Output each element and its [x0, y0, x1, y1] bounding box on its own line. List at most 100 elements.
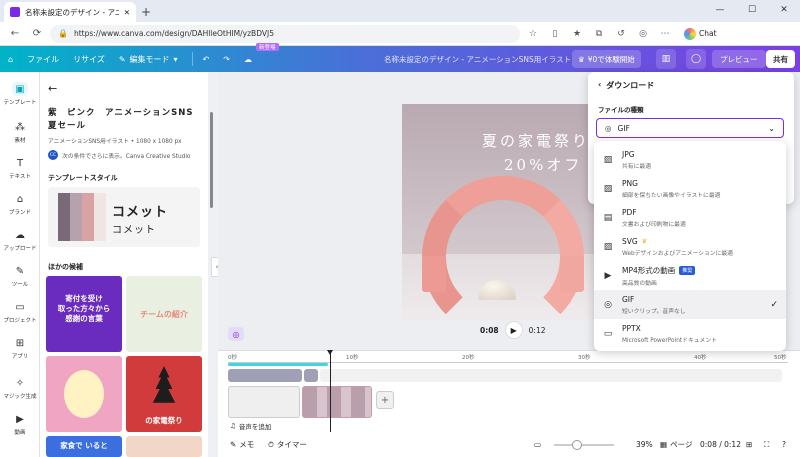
chat-label: Chat: [699, 29, 717, 38]
preview-button[interactable]: プレビュー: [712, 50, 766, 68]
help-icon[interactable]: ?: [782, 440, 786, 449]
animation-track[interactable]: [228, 369, 302, 382]
url-text: https://www.canva.com/design/DAHlleOtHIM…: [73, 29, 274, 38]
rail-label: 素材: [14, 138, 26, 144]
tab-close-icon[interactable]: ✕: [124, 8, 130, 17]
back-arrow-icon[interactable]: ←: [48, 82, 57, 95]
profile-icon[interactable]: ◎: [634, 25, 652, 43]
reload-icon[interactable]: ⟳: [28, 25, 46, 43]
template-style-card[interactable]: コメット コメット: [48, 187, 200, 247]
comment-icon[interactable]: ◯: [686, 49, 706, 69]
close-window-icon[interactable]: ✕: [768, 0, 800, 20]
download-header[interactable]: ‹ ダウンロード: [598, 80, 654, 91]
ruler-tick: 0秒: [228, 355, 237, 361]
pagoda-icon: [152, 366, 176, 403]
file-type-select[interactable]: ◎ GIF ⌄: [596, 118, 784, 138]
browser-tab[interactable]: 名称未設定のデザイン - アニメーション ✕: [4, 2, 136, 22]
playhead[interactable]: [327, 350, 333, 433]
grid-view-icon[interactable]: ⊞: [746, 440, 752, 449]
history-icon[interactable]: ↺: [612, 25, 630, 43]
play-button[interactable]: ▶: [504, 321, 523, 339]
document-title[interactable]: 名称未設定のデザイン - アニメーションSNS用イラスト: [384, 54, 571, 65]
pages-label: ページ: [670, 440, 693, 449]
rail-item-magic[interactable]: ✧ マジック生成: [0, 376, 40, 401]
check-icon: ✓: [770, 299, 778, 310]
animate-icon[interactable]: ◎: [228, 327, 244, 341]
design-artboard[interactable]: 夏の家電祭り 20%オフ: [402, 104, 618, 320]
rail-item-brand[interactable]: ⌂ ブランド: [0, 192, 40, 217]
rail-item-tools[interactable]: ✎ ツール: [0, 264, 40, 289]
option-mp4[interactable]: ▶ MP4形式の動画 推奨 高品質の動画: [594, 261, 786, 290]
text-icon: T: [16, 157, 24, 169]
option-png[interactable]: ▨ PNG 細部を保ちたい画像やイラストに最適: [594, 174, 786, 203]
insights-chart-icon[interactable]: ▥: [656, 49, 676, 69]
video-clip-selected[interactable]: [302, 386, 372, 418]
more-icon[interactable]: ⋯: [656, 25, 674, 43]
option-jpg[interactable]: ▨ JPG 共有に最適: [594, 145, 786, 174]
template-thumbnail[interactable]: 家食で いると: [46, 436, 122, 457]
free-trial-button[interactable]: ♛ ¥0で体験開始: [572, 50, 641, 68]
rail-item-projects[interactable]: ▭ プロジェクト: [0, 300, 40, 325]
rail-item-elements[interactable]: ⁂ 素材: [0, 120, 40, 145]
option-pdf[interactable]: ▤ PDF 文書および印刷物に最適: [594, 203, 786, 232]
rail-item-text[interactable]: T テキスト: [0, 156, 40, 181]
fit-icon[interactable]: ▭: [534, 440, 541, 449]
redo-icon[interactable]: ↷: [223, 55, 230, 64]
add-page-button[interactable]: +: [376, 391, 394, 409]
playback-controls: 0:08 ▶ 0:12: [480, 321, 546, 339]
minimize-icon[interactable]: —: [704, 0, 736, 20]
pages-button[interactable]: ▦ ページ: [660, 439, 692, 450]
back-arrow-icon[interactable]: ←: [6, 25, 24, 43]
option-desc: Webデザインおよびアニメーションに最適: [622, 250, 733, 257]
cloud-save-icon[interactable]: ☁: [244, 55, 252, 64]
trial-label: ¥0で体験開始: [587, 54, 635, 64]
maximize-icon[interactable]: ☐: [736, 0, 768, 20]
zoom-slider-track[interactable]: [554, 444, 614, 446]
rail-item-apps[interactable]: ⊞ アプリ: [0, 336, 40, 361]
animation-track-end[interactable]: [304, 369, 318, 382]
url-field[interactable]: 🔒 https://www.canva.com/design/DAHlleOtH…: [50, 24, 520, 43]
template-thumbnail[interactable]: の家電祭り: [126, 356, 202, 432]
favorites-icon[interactable]: ★: [568, 25, 586, 43]
rail-item-templates[interactable]: ▣ テンプレート: [0, 82, 40, 106]
template-thumbnail[interactable]: 寄付を受け 取った方々から 感謝の言葉: [46, 276, 122, 352]
share-button[interactable]: 共有: [766, 50, 795, 68]
file-menu[interactable]: ファイル: [27, 54, 59, 65]
timeline-ruler[interactable]: 0秒 10秒 20秒 30秒 40秒 50秒: [228, 353, 788, 363]
option-svg[interactable]: ▨ SVG ♛ Webデザインおよびアニメーションに最適: [594, 232, 786, 261]
option-pptx[interactable]: ▭ PPTX Microsoft PowerPointドキュメント: [594, 319, 786, 348]
notes-button[interactable]: ✎ メモ: [230, 439, 254, 450]
template-thumbnail[interactable]: [126, 436, 202, 457]
rail-item-video[interactable]: ▶ 動画: [0, 412, 40, 437]
option-gif[interactable]: ◎ GIF 短いクリップ。音声なし ✓: [594, 290, 786, 319]
new-tab-button[interactable]: +: [136, 2, 156, 22]
tab-title: 名称未設定のデザイン - アニメーション: [25, 7, 119, 17]
resize-menu[interactable]: リサイズ: [73, 54, 105, 65]
discount-text[interactable]: 20%オフ: [504, 154, 582, 175]
total-time: 0:12: [528, 325, 546, 335]
split-screen-icon[interactable]: ▯: [546, 25, 564, 43]
template-author[interactable]: CC 次の条件でさらに表示。Canva Creative Studio: [48, 150, 190, 160]
extensions-icon[interactable]: ⧉: [590, 25, 608, 43]
copilot-chat-button[interactable]: Chat: [684, 27, 717, 40]
video-clip[interactable]: [228, 386, 300, 418]
rail-item-uploads[interactable]: ☁ アップロード: [0, 228, 40, 253]
color-swatch: [82, 193, 94, 241]
panel-scrollbar[interactable]: [210, 112, 213, 208]
template-thumbnail[interactable]: [46, 356, 122, 432]
zoom-slider-knob[interactable]: [572, 440, 582, 450]
template-thumbnail[interactable]: チームの紹介: [126, 276, 202, 352]
option-desc: 共有に最適: [622, 163, 651, 170]
star-icon[interactable]: ☆: [524, 25, 542, 43]
home-icon[interactable]: ⌂: [8, 55, 13, 64]
zoom-level[interactable]: 39%: [636, 440, 653, 449]
option-desc: 短いクリップ。音声なし: [622, 308, 686, 315]
fullscreen-icon[interactable]: ⛶: [764, 440, 769, 450]
undo-icon[interactable]: ↶: [203, 55, 210, 64]
add-audio-button[interactable]: ♫ 音声を追加: [230, 421, 271, 431]
headline-text[interactable]: 夏の家電祭り: [482, 130, 590, 151]
ruler-tick: 50秒: [774, 355, 787, 361]
timer-button[interactable]: ⏱ タイマー: [268, 439, 307, 450]
edit-mode-menu[interactable]: ✎ 編集モード ▾: [119, 54, 178, 65]
thumbnail-text: 家食で いると: [60, 441, 108, 450]
